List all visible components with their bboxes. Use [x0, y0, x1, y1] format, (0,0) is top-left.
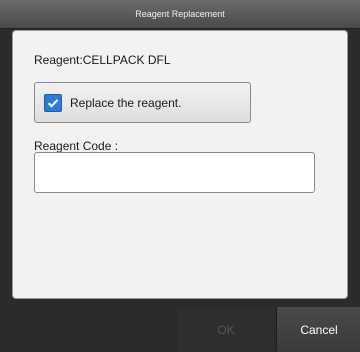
reagent-code-label: Reagent Code : [34, 139, 119, 153]
replace-reagent-checkbox-button[interactable]: Replace the reagent. [34, 82, 251, 123]
cancel-button[interactable]: Cancel [276, 307, 360, 352]
ok-button[interactable]: OK [178, 307, 274, 352]
dialog-content-panel: Reagent:CELLPACK DFL Replace the reagent… [12, 30, 348, 299]
reagent-replacement-dialog: Reagent Replacement Reagent:CELLPACK DFL… [0, 0, 360, 352]
dialog-title: Reagent Replacement [0, 0, 360, 29]
reagent-code-input[interactable] [34, 152, 315, 193]
reagent-name-label: Reagent:CELLPACK DFL [34, 53, 171, 67]
dialog-footer: OK Cancel [0, 307, 360, 352]
replace-reagent-label: Replace the reagent. [70, 95, 182, 110]
checkmark-icon[interactable] [44, 93, 62, 112]
